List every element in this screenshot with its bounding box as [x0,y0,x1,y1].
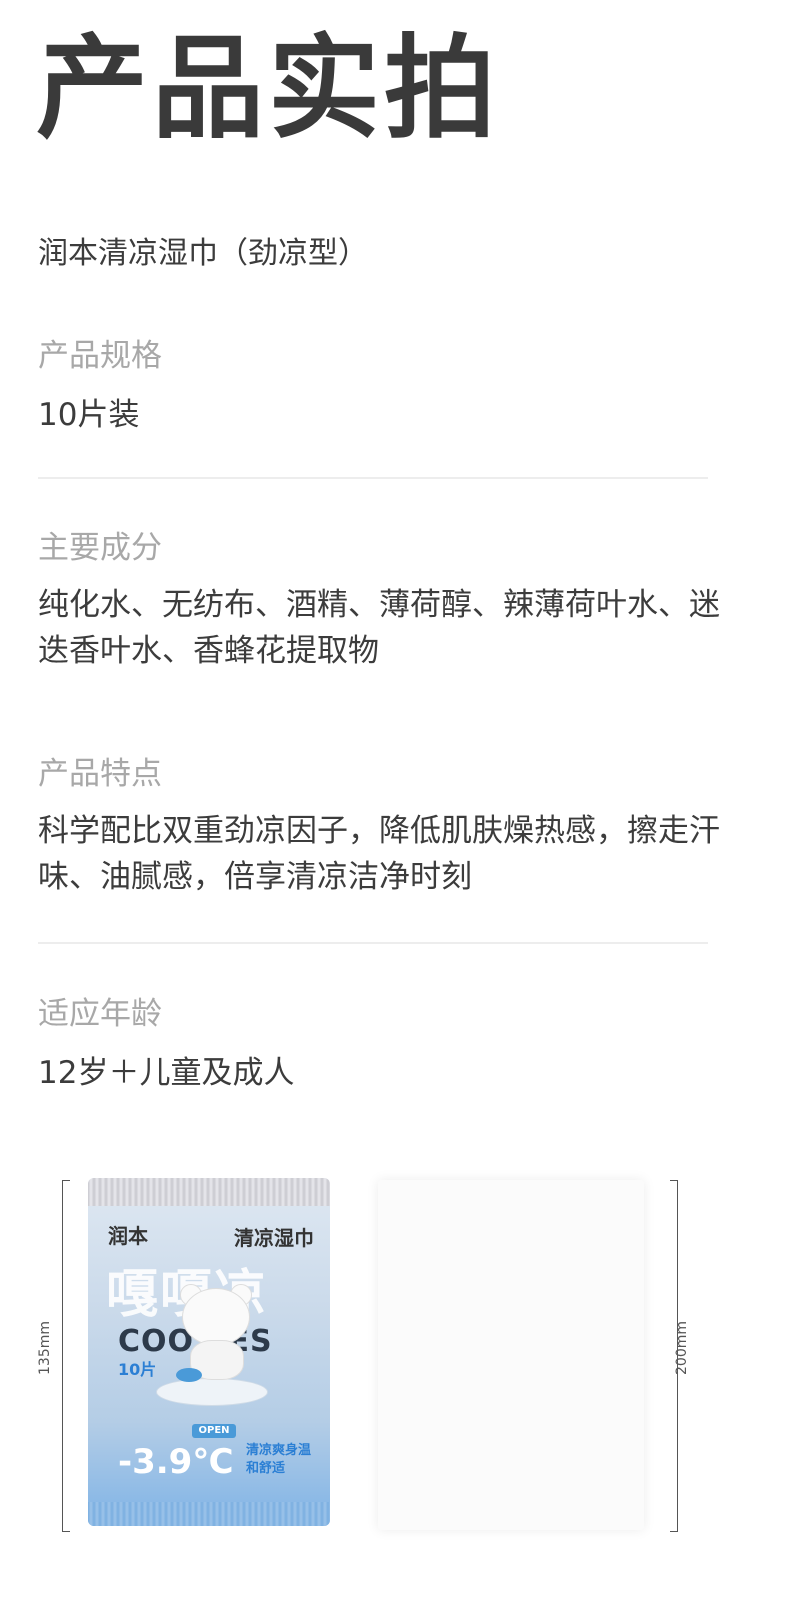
wipe-sheet-image [378,1180,644,1530]
package-brand: 润本 [108,1224,148,1248]
package-note: 清凉爽身温和舒适 [246,1443,312,1476]
bear-head [182,1288,250,1346]
divider [38,942,708,944]
package-seal-top [88,1178,330,1206]
open-badge: OPEN [192,1424,236,1438]
divider [38,477,708,479]
ingredients-label: 主要成分 [38,530,162,566]
bear-mascot-illustration [176,1284,256,1380]
spec-label: 产品规格 [38,338,162,374]
package-type: 清凉湿巾 [234,1226,314,1250]
product-name: 润本清凉湿巾（劲凉型） [38,236,368,271]
product-package-image: 润本 清凉湿巾 嘎嘎凉 COO PES 10片 OPEN -3.9℃ 清凉爽身温… [88,1178,330,1526]
dimension-label-left: 135mm [37,1321,53,1375]
features-value: 科学配比双重劲凉因子，降低肌肤燥热感，擦走汗味、油腻感，倍享清凉洁净时刻 [38,813,720,895]
spec-value: 10片装 [38,397,140,433]
page-title: 产品实拍 [36,24,500,154]
package-temperature: -3.9℃ [118,1442,234,1482]
fish-illustration [176,1368,202,1382]
ingredients-value: 纯化水、无纺布、酒精、薄荷醇、辣薄荷叶水、迷迭香叶水、香蜂花提取物 [38,587,720,669]
ice-block-illustration [156,1378,268,1406]
dimension-bracket-left [62,1180,70,1532]
package-count: 10片 [118,1360,157,1379]
age-label: 适应年龄 [38,996,162,1032]
features-label: 产品特点 [38,756,162,792]
age-value: 12岁＋儿童及成人 [38,1055,295,1091]
package-seal-bottom [88,1502,330,1526]
dimension-label-right: 200mm [674,1321,690,1375]
